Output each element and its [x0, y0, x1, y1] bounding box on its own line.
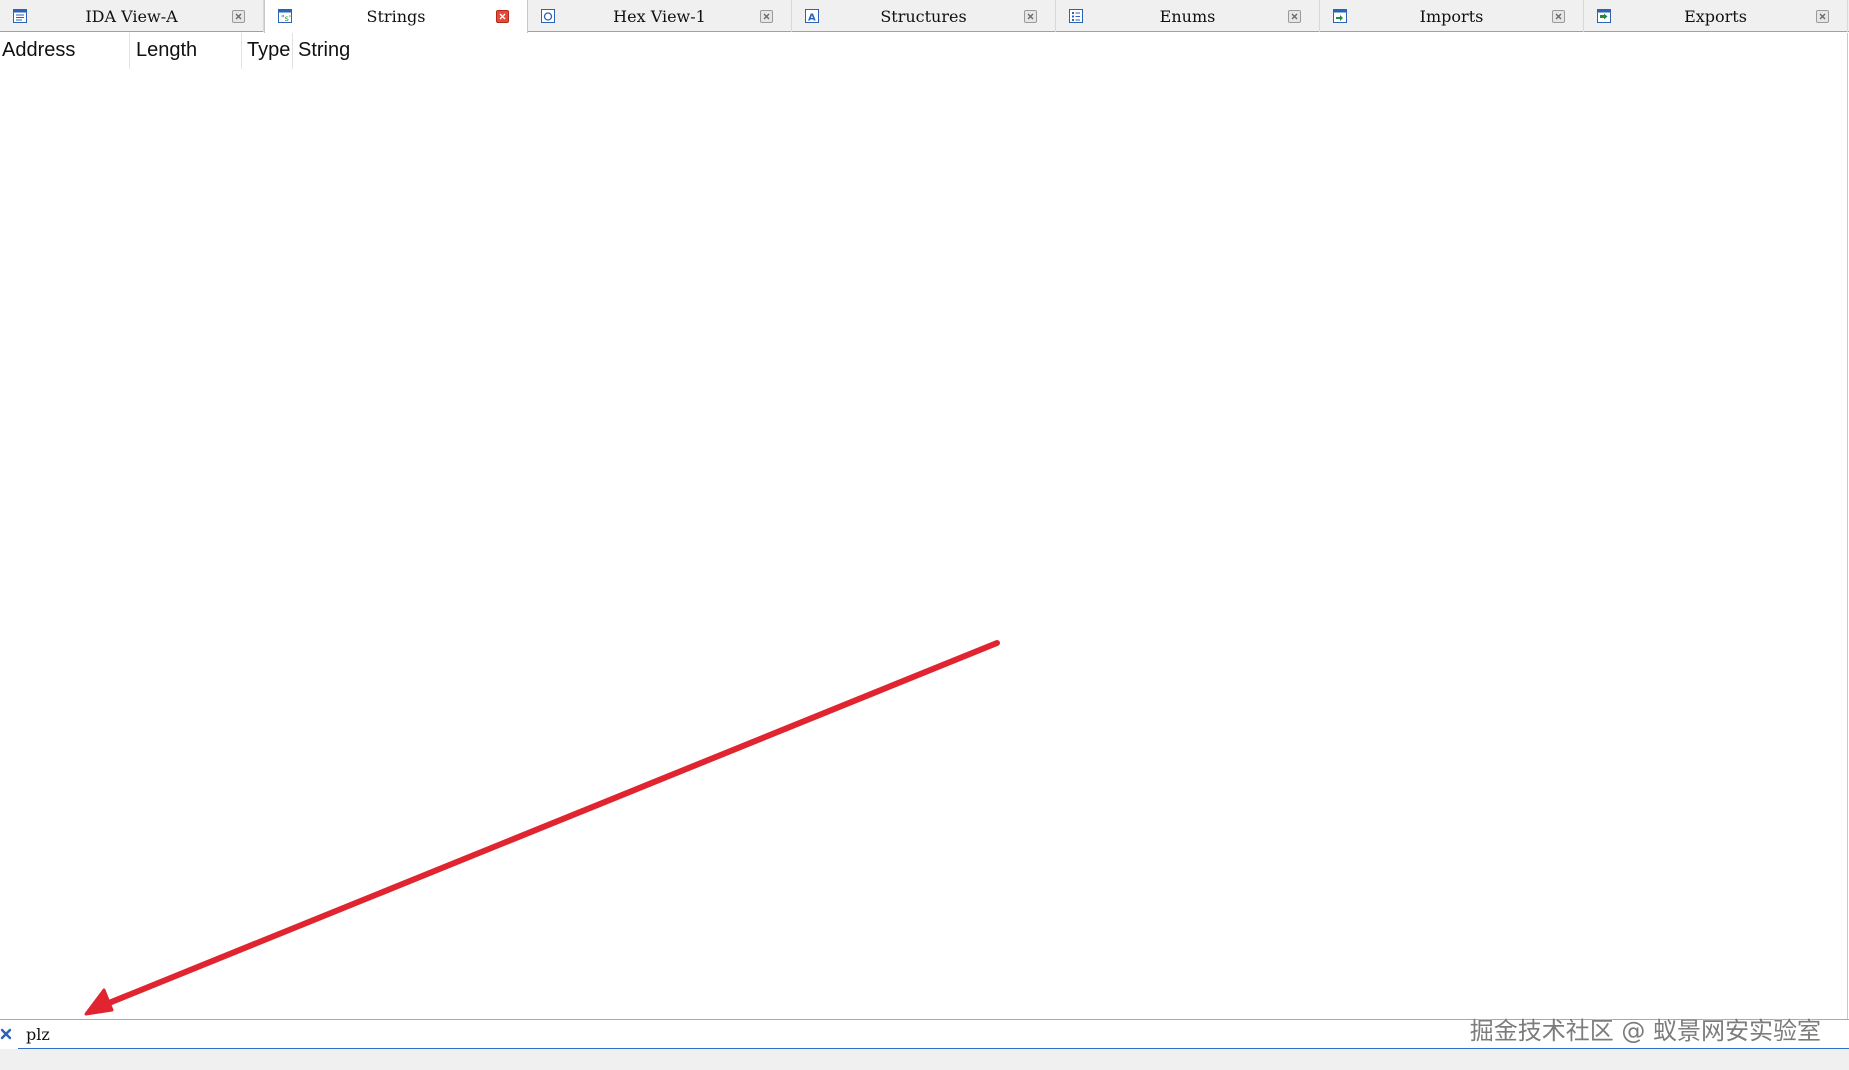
tab-label: Exports — [1684, 7, 1747, 26]
tab-ida-view-a[interactable]: IDA View-A — [0, 0, 264, 32]
column-header-type[interactable]: Type — [242, 33, 293, 69]
tab-enums[interactable]: Enums — [1056, 0, 1320, 32]
vertical-scrollbar-edge — [1847, 33, 1848, 1019]
svg-text:A: A — [808, 13, 816, 24]
strings-table-header: Address Length Type String — [0, 33, 373, 69]
tab-structures[interactable]: A Structures — [792, 0, 1056, 32]
column-header-length[interactable]: Length — [130, 33, 242, 69]
hex-view-icon — [541, 9, 555, 23]
tab-label: Strings — [366, 7, 426, 26]
close-tab-icon[interactable] — [1816, 10, 1829, 23]
annotation-arrow-shaft — [101, 640, 1000, 1008]
filter-input[interactable] — [18, 1022, 1318, 1046]
tab-strings[interactable]: "s" Strings — [264, 0, 528, 33]
exports-icon — [1597, 9, 1611, 23]
close-tab-icon[interactable] — [496, 10, 509, 23]
tab-label: Hex View-1 — [613, 7, 706, 26]
strings-view-icon: "s" — [278, 9, 293, 23]
watermark: 掘金技术社区 @ 蚁景网安实验室 — [1469, 1017, 1821, 1045]
close-filter-icon[interactable] — [0, 1028, 12, 1040]
ida-window: IDA View-A "s" Strings Hex View-1 A Stru… — [0, 0, 1849, 1070]
tab-label: Imports — [1419, 7, 1484, 26]
close-tab-icon[interactable] — [1288, 10, 1301, 23]
close-tab-icon[interactable] — [1024, 10, 1037, 23]
tab-label: IDA View-A — [85, 7, 178, 26]
column-header-string[interactable]: String — [293, 33, 373, 69]
tab-label: Enums — [1159, 7, 1216, 26]
tab-hex-view-1[interactable]: Hex View-1 — [528, 0, 792, 32]
tab-imports[interactable]: Imports — [1320, 0, 1584, 32]
tab-exports[interactable]: Exports — [1584, 0, 1848, 32]
tab-label: Structures — [880, 7, 967, 26]
status-bar — [0, 1049, 1849, 1070]
tab-bar: IDA View-A "s" Strings Hex View-1 A Stru… — [0, 0, 1849, 33]
disassembly-view-icon — [13, 9, 27, 23]
close-tab-icon[interactable] — [760, 10, 773, 23]
close-tab-icon[interactable] — [232, 10, 245, 23]
annotation-arrowhead — [84, 988, 114, 1016]
annotation-arrow — [84, 640, 1000, 1016]
imports-icon — [1333, 9, 1347, 23]
column-header-address[interactable]: Address — [0, 33, 130, 69]
enums-icon — [1069, 9, 1083, 23]
close-tab-icon[interactable] — [1552, 10, 1565, 23]
svg-text:"s": "s" — [281, 14, 293, 23]
structures-icon: A — [805, 9, 819, 24]
